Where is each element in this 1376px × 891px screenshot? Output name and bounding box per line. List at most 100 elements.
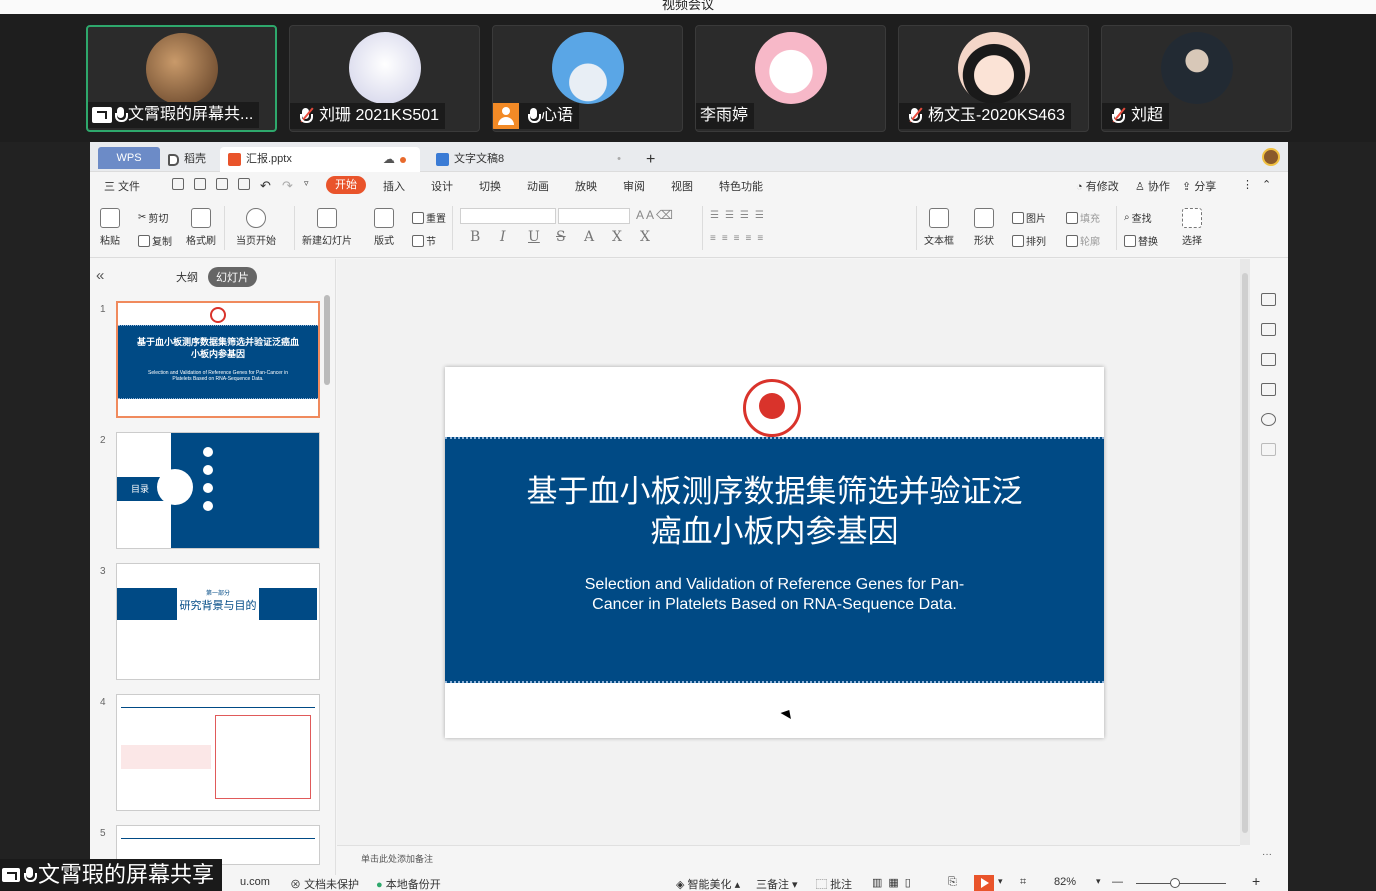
view-mode-buttons[interactable]: ▥▦▯ bbox=[872, 876, 917, 889]
print-icon[interactable] bbox=[216, 178, 228, 190]
reset-button[interactable]: 重置 bbox=[412, 210, 446, 225]
cube-icon[interactable] bbox=[1261, 443, 1276, 456]
zoom-in-button[interactable]: + bbox=[1252, 873, 1260, 889]
slide-title-cn[interactable]: 基于血小板测序数据集筛选并验证泛 癌血小板内参基因 bbox=[445, 472, 1104, 552]
shape-button[interactable]: 形状 bbox=[974, 208, 994, 247]
font-color-button[interactable]: A bbox=[584, 229, 594, 245]
participant-tile-2[interactable]: 刘珊 2021KS501 bbox=[289, 25, 480, 132]
quick-access-dropdown-icon[interactable]: ▿ bbox=[304, 178, 309, 189]
tab-slides[interactable]: 幻灯片 bbox=[208, 267, 257, 287]
scrollbar-thumb[interactable] bbox=[1242, 273, 1248, 833]
font-size-select[interactable] bbox=[558, 208, 630, 224]
play-from-current-button[interactable]: 当页开始 bbox=[236, 208, 276, 247]
redo-icon[interactable]: ↷ bbox=[282, 178, 293, 194]
participant-tile-4[interactable]: 李雨婷 bbox=[695, 25, 886, 132]
slide-canvas[interactable]: 基于血小板测序数据集筛选并验证泛 癌血小板内参基因 Selection and … bbox=[337, 259, 1240, 845]
participant-tile-5[interactable]: 杨文玉-2020KS463 bbox=[898, 25, 1089, 132]
undo-icon[interactable]: ↶ bbox=[260, 178, 271, 194]
paragraph-list-buttons[interactable]: ☰☰☰☰ bbox=[710, 210, 770, 221]
tab-design[interactable]: 设计 bbox=[431, 178, 453, 194]
participant-tile-3[interactable]: 心语 bbox=[492, 25, 683, 132]
new-slide-button[interactable]: 新建幻灯片 bbox=[302, 208, 352, 247]
alignment-buttons[interactable]: ≡≡≡≡≡ bbox=[710, 233, 769, 244]
slideshow-play-button[interactable] bbox=[974, 875, 994, 891]
zoom-dropdown-icon[interactable]: ▾ bbox=[1096, 876, 1101, 887]
zoom-level[interactable]: 82% bbox=[1054, 876, 1076, 888]
has-changes-button[interactable]: ◔ 有修改 bbox=[1076, 178, 1119, 194]
section-button[interactable]: 节 bbox=[412, 233, 436, 248]
fit-window-icon[interactable]: ⌗ bbox=[1020, 876, 1026, 889]
zoom-slider[interactable] bbox=[1136, 883, 1226, 884]
canvas-scrollbar[interactable] bbox=[1240, 259, 1250, 845]
slide-thumbnail-2[interactable]: 目录 bbox=[116, 432, 320, 549]
slide-title-en[interactable]: Selection and Validation of Reference Ge… bbox=[445, 575, 1104, 615]
textbox-button[interactable]: 文本框 bbox=[924, 208, 954, 247]
copy-icon[interactable] bbox=[1261, 353, 1276, 366]
docer-tab[interactable]: 稻壳 bbox=[168, 147, 206, 172]
new-tab-button[interactable]: + bbox=[646, 147, 655, 172]
backup-status[interactable]: ● 本地备份开 bbox=[376, 876, 441, 891]
adjust-icon[interactable] bbox=[1261, 293, 1276, 306]
outline-button[interactable]: 轮廓 bbox=[1066, 233, 1100, 248]
tab-review[interactable]: 审阅 bbox=[623, 178, 645, 194]
share-button[interactable]: ⇪ 分享 bbox=[1182, 178, 1216, 194]
picture-button[interactable]: 图片 bbox=[1012, 210, 1046, 225]
slide-thumbnail-4[interactable] bbox=[116, 694, 320, 811]
find-button[interactable]: ⌕ 查找 bbox=[1124, 210, 1152, 225]
tab-animation[interactable]: 动画 bbox=[527, 178, 549, 194]
more-icon[interactable]: ⋮ bbox=[1242, 178, 1253, 191]
bold-button[interactable]: B bbox=[470, 229, 480, 245]
font-family-select[interactable] bbox=[460, 208, 556, 224]
slide-thumbnail-3[interactable]: 第一部分 研究背景与目的 bbox=[116, 563, 320, 680]
tab-insert[interactable]: 插入 bbox=[383, 178, 405, 194]
tab-features[interactable]: 特色功能 bbox=[719, 178, 763, 194]
reading-view-icon[interactable]: ⎘ bbox=[948, 876, 957, 889]
file-menu[interactable]: 三 文件 bbox=[104, 178, 140, 194]
export-pdf-icon[interactable] bbox=[194, 178, 206, 190]
italic-button[interactable]: I bbox=[500, 229, 506, 245]
tab-slideshow[interactable]: 放映 bbox=[575, 178, 597, 194]
star-icon[interactable] bbox=[1261, 323, 1276, 336]
doc-protect-status[interactable]: ⊗ 文档未保护 bbox=[290, 876, 359, 891]
history-icon[interactable] bbox=[1261, 413, 1276, 426]
zoom-out-button[interactable]: — bbox=[1112, 876, 1123, 888]
font-size-buttons[interactable]: A A ⌫ bbox=[636, 208, 673, 222]
tab-transition[interactable]: 切换 bbox=[479, 178, 501, 194]
comment-button[interactable]: ⬚ 批注 bbox=[816, 876, 852, 891]
image-icon[interactable] bbox=[1261, 383, 1276, 396]
underline-button[interactable]: U bbox=[528, 229, 540, 245]
format-painter-button[interactable]: 格式刷 bbox=[186, 208, 216, 247]
paste-button[interactable]: 粘贴 bbox=[100, 208, 120, 247]
layout-button[interactable]: 版式 bbox=[374, 208, 394, 247]
save-icon[interactable] bbox=[172, 178, 184, 190]
fill-button[interactable]: 填充 bbox=[1066, 210, 1100, 225]
collapse-ribbon-icon[interactable]: ⌃ bbox=[1262, 178, 1271, 191]
collapse-panel-icon[interactable]: « bbox=[96, 267, 104, 284]
file-tab-pptx[interactable]: 汇报.pptx ☁ bbox=[220, 147, 420, 172]
more-options-icon[interactable]: ··· bbox=[1262, 849, 1272, 860]
tab-start[interactable]: 开始 bbox=[326, 176, 366, 194]
play-dropdown-icon[interactable]: ▾ bbox=[998, 876, 1003, 887]
notes-area[interactable]: 单击此处添加备注 bbox=[337, 845, 1240, 875]
participant-tile-1[interactable]: 文霄瑕的屏幕共... bbox=[86, 25, 277, 132]
superscript-button[interactable]: X bbox=[612, 229, 622, 245]
preview-icon[interactable] bbox=[238, 178, 250, 190]
slide-thumbnail-1[interactable]: 基于血小板测序数据集筛选并验证泛癌血小板内参基因 Selection and V… bbox=[116, 301, 320, 418]
panel-scrollbar[interactable] bbox=[324, 295, 330, 385]
cut-button[interactable]: ✂ 剪切 bbox=[138, 210, 168, 225]
participant-tile-6[interactable]: 刘超 bbox=[1101, 25, 1292, 132]
select-button[interactable]: 选择 bbox=[1182, 208, 1202, 247]
copy-button[interactable]: 复制 bbox=[138, 233, 172, 248]
subscript-button[interactable]: X bbox=[640, 229, 650, 245]
collaborate-button[interactable]: ♙ 协作 bbox=[1135, 178, 1170, 194]
file-tab-docx[interactable]: 文字文稿8 • bbox=[436, 147, 636, 172]
wps-home-tab[interactable]: WPS bbox=[98, 147, 160, 169]
arrange-button[interactable]: 排列 bbox=[1012, 233, 1046, 248]
notes-toggle[interactable]: 三备注 ▾ bbox=[756, 876, 798, 891]
beautify-button[interactable]: ◈ 智能美化 ▴ bbox=[676, 876, 740, 891]
tab-outline[interactable]: 大纲 bbox=[176, 269, 198, 285]
tab-view[interactable]: 视图 bbox=[671, 178, 693, 194]
replace-button[interactable]: 替换 bbox=[1124, 233, 1158, 248]
user-avatar[interactable] bbox=[1262, 148, 1280, 166]
current-slide[interactable]: 基于血小板测序数据集筛选并验证泛 癌血小板内参基因 Selection and … bbox=[445, 367, 1104, 738]
